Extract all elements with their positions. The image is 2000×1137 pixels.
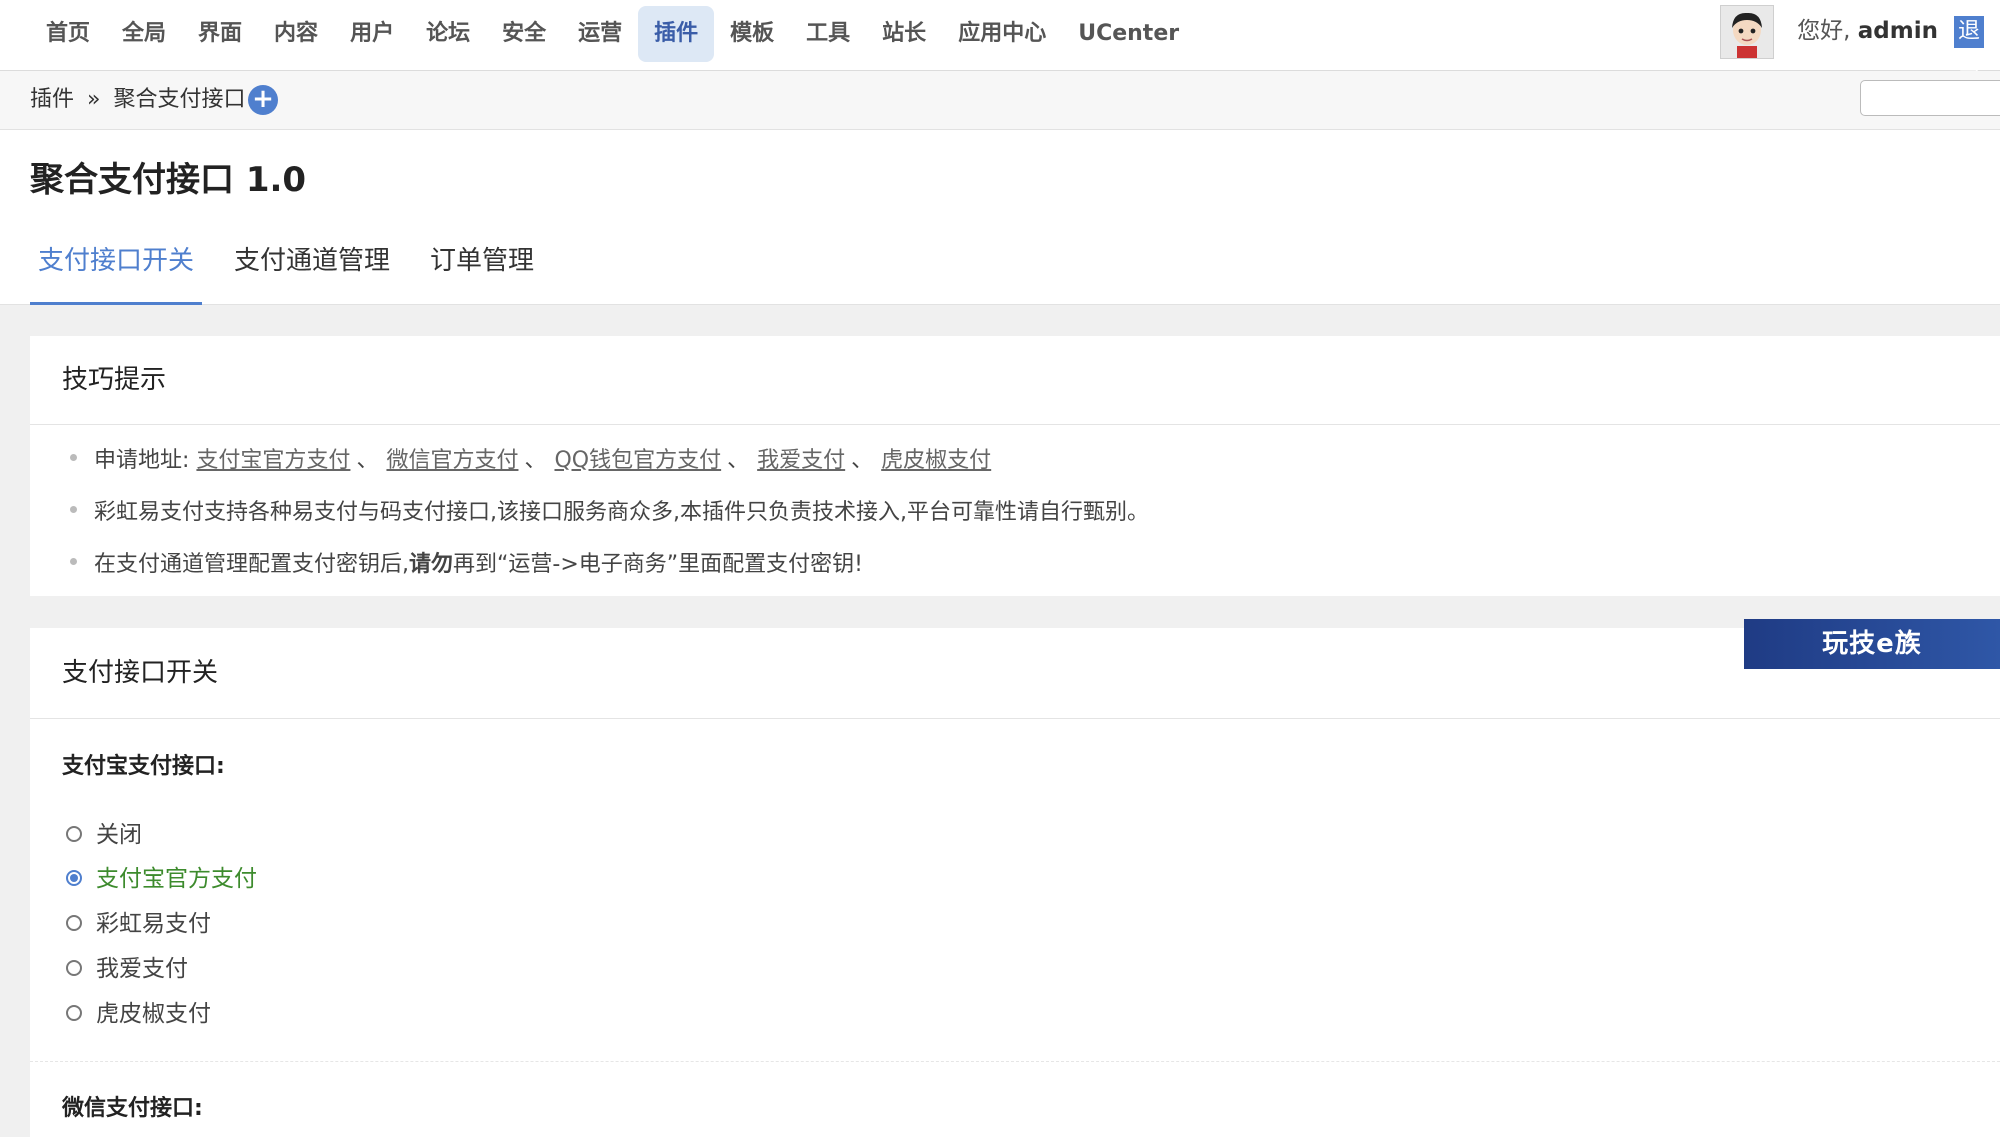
plus-icon[interactable]: +	[248, 85, 278, 115]
warning-pre: 在支付通道管理配置支付密钥后,	[94, 552, 409, 577]
nav-item-security[interactable]: 安全	[486, 6, 562, 62]
nav-item-tools[interactable]: 工具	[790, 6, 866, 62]
username: admin	[1857, 18, 1938, 44]
option-label: 支付宝官方支付	[96, 866, 257, 892]
breadcrumb-separator: »	[87, 87, 101, 112]
option-label: 关闭	[96, 822, 142, 848]
nav-item-app-center[interactable]: 应用中心	[942, 6, 1062, 62]
link-separator: 、	[851, 448, 874, 473]
avatar[interactable]	[1720, 5, 1774, 59]
main-menu: 首页 全局 界面 内容 用户 论坛 安全 运营 插件 模板 工具 站长 应用中心…	[30, 6, 1195, 62]
link-5ipay[interactable]: 我爱支付	[757, 448, 845, 473]
link-wechat[interactable]: 微信官方支付	[386, 448, 518, 473]
nav-item-forum[interactable]: 论坛	[410, 6, 486, 62]
logout-button[interactable]: 退出	[1953, 16, 1984, 76]
alipay-option-5ipay[interactable]: 我爱支付	[66, 954, 188, 984]
link-separator: 、	[356, 448, 379, 473]
page-header: 聚合支付接口 1.0 支付接口开关 支付通道管理 订单管理	[0, 130, 2000, 305]
nav-item-global[interactable]: 全局	[106, 6, 182, 62]
radio-icon[interactable]	[66, 825, 82, 842]
option-label: 彩虹易支付	[96, 911, 211, 937]
radio-icon[interactable]	[66, 914, 82, 931]
tab-payment-switch[interactable]: 支付接口开关	[30, 230, 203, 305]
nav-item-users[interactable]: 用户	[334, 6, 410, 62]
user-greeting: 您好, admin	[1797, 0, 1938, 62]
tab-order-management[interactable]: 订单管理	[422, 230, 542, 302]
nav-item-plugins[interactable]: 插件	[638, 6, 715, 62]
alipay-interface-label: 支付宝支付接口:	[62, 754, 225, 779]
option-label: 我爱支付	[96, 956, 188, 982]
nav-item-home[interactable]: 首页	[30, 6, 106, 62]
radio-checked-icon[interactable]	[66, 869, 82, 886]
tab-bar: 支付接口开关 支付通道管理 订单管理	[30, 230, 566, 305]
radio-icon[interactable]	[66, 1004, 82, 1021]
link-qqwallet[interactable]: QQ钱包官方支付	[554, 448, 721, 473]
tips-list: 申请地址: 支付宝官方支付、微信官方支付、 QQ钱包官方支付、我爱支付、虎皮椒支付…	[30, 425, 2000, 591]
link-separator: 、	[727, 448, 750, 473]
payment-switch-card: 支付接口开关 支付宝支付接口: 关闭 支付宝官方支付 彩虹易支付 我爱支付 虎皮…	[30, 628, 2000, 1137]
link-xunhupay[interactable]: 虎皮椒支付	[881, 448, 991, 473]
breadcrumb: 插件 » 聚合支付接口	[30, 71, 246, 129]
nav-item-operations[interactable]: 运营	[562, 6, 638, 62]
search-input[interactable]	[1860, 80, 2000, 116]
nav-item-webmaster[interactable]: 站长	[866, 6, 942, 62]
wechat-interface-label: 微信支付接口:	[62, 1096, 203, 1121]
tips-item-apply: 申请地址: 支付宝官方支付、微信官方支付、 QQ钱包官方支付、我爱支付、虎皮椒支付	[30, 435, 2000, 487]
alipay-option-official[interactable]: 支付宝官方支付	[66, 864, 257, 894]
breadcrumb-current: 聚合支付接口	[113, 87, 246, 112]
top-navigation: 首页 全局 界面 内容 用户 论坛 安全 运营 插件 模板 工具 站长 应用中心…	[0, 0, 2000, 76]
nav-item-templates[interactable]: 模板	[714, 6, 790, 62]
breadcrumb-bar: 插件 » 聚合支付接口 +	[0, 71, 2000, 130]
nav-item-content[interactable]: 内容	[258, 6, 334, 62]
radio-icon[interactable]	[66, 959, 82, 976]
tips-item-epay: 彩虹易支付支持各种易支付与码支付接口,该接口服务商众多,本插件只负责技术接入,平…	[30, 487, 2000, 539]
link-separator: 、	[524, 448, 547, 473]
warning-post: 再到“运营->电子商务”里面配置支付密钥!	[453, 552, 864, 577]
nav-item-ucenter[interactable]: UCenter	[1062, 6, 1195, 62]
apply-prefix: 申请地址:	[94, 448, 190, 473]
tips-title: 技巧提示	[30, 336, 2000, 425]
alipay-option-xunhupay[interactable]: 虎皮椒支付	[66, 999, 211, 1029]
nav-item-interface[interactable]: 界面	[182, 6, 258, 62]
page-title: 聚合支付接口 1.0	[30, 160, 307, 200]
avatar-face-icon	[1721, 6, 1773, 58]
tab-channel-management[interactable]: 支付通道管理	[226, 230, 398, 302]
watermark-logo: 玩技e族	[1744, 619, 2000, 669]
divider	[30, 1061, 2000, 1062]
switch-title: 支付接口开关	[30, 628, 2000, 719]
alipay-option-epay[interactable]: 彩虹易支付	[66, 909, 211, 939]
link-alipay[interactable]: 支付宝官方支付	[196, 448, 350, 473]
tips-card: 技巧提示 申请地址: 支付宝官方支付、微信官方支付、 QQ钱包官方支付、我爱支付、…	[30, 336, 2000, 596]
tips-item-warning: 在支付通道管理配置支付密钥后,请勿再到“运营->电子商务”里面配置支付密钥!	[30, 539, 2000, 591]
warning-bold: 请勿	[409, 552, 454, 577]
option-label: 虎皮椒支付	[96, 1001, 211, 1027]
greeting-text: 您好,	[1797, 18, 1851, 44]
breadcrumb-parent[interactable]: 插件	[30, 87, 74, 112]
alipay-option-off[interactable]: 关闭	[66, 820, 142, 850]
